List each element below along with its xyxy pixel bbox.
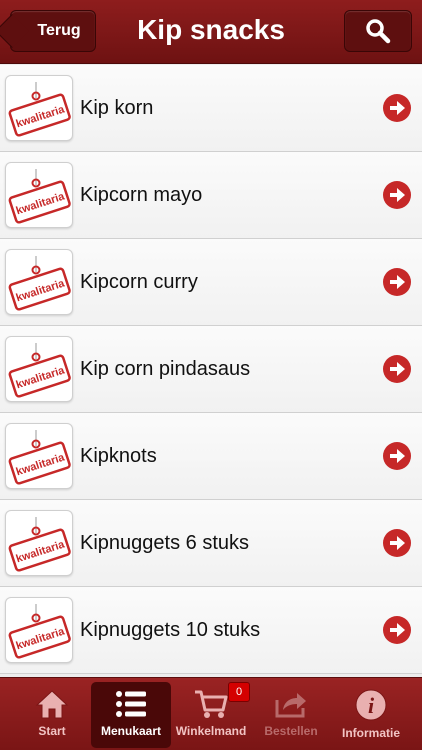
- list-item[interactable]: kwalitaria Kip korn: [0, 65, 422, 152]
- list-item-label: Kip korn: [80, 97, 154, 119]
- list-item-label: Kipcorn curry: [80, 271, 198, 293]
- home-icon: [35, 690, 69, 719]
- list-item-label: Kipknots: [80, 445, 157, 467]
- kwalitaria-logo: kwalitaria: [5, 336, 73, 402]
- list-item[interactable]: kwalitaria Kipcorn curry: [0, 239, 422, 326]
- arrow-right-circle-icon[interactable]: [382, 180, 412, 210]
- list-item-label: Kipcorn mayo: [80, 184, 203, 206]
- svg-text:i: i: [368, 693, 375, 718]
- arrow-right-circle-icon[interactable]: [382, 267, 412, 297]
- search-icon: [366, 19, 391, 44]
- kwalitaria-logo: kwalitaria: [5, 249, 73, 315]
- header-bar: Terug Kip snacks: [0, 0, 422, 64]
- arrow-right-circle-icon[interactable]: [382, 528, 412, 558]
- snack-list: kwalitaria Kip korn kwalitaria Kipcorn m…: [0, 65, 422, 677]
- arrow-right-circle-icon[interactable]: [382, 354, 412, 384]
- menu-list-icon: [116, 691, 146, 717]
- info-icon: i: [355, 689, 387, 721]
- list-item[interactable]: kwalitaria Kip corn pindasaus: [0, 326, 422, 413]
- list-item-label: Kip corn pindasaus: [80, 358, 251, 380]
- tab-menukaart[interactable]: Menukaart: [91, 682, 171, 748]
- list-item[interactable]: kwalitaria Kipknots: [0, 413, 422, 500]
- arrow-right-circle-icon[interactable]: [382, 441, 412, 471]
- kwalitaria-logo: kwalitaria: [5, 423, 73, 489]
- tab-bar: Start Menukaart Winkelmand 0 Bestellen i…: [0, 677, 422, 750]
- tab-start[interactable]: Start: [12, 682, 92, 748]
- search-button[interactable]: [344, 10, 412, 52]
- arrow-right-circle-icon[interactable]: [382, 93, 412, 123]
- list-item-label: Kipnuggets 6 stuks: [80, 532, 249, 554]
- cart-count-badge: 0: [228, 682, 250, 702]
- tab-label: Bestellen: [264, 724, 318, 738]
- kwalitaria-logo: kwalitaria: [5, 75, 73, 141]
- tab-label: Winkelmand: [175, 724, 247, 738]
- tab-label: Start: [38, 724, 66, 738]
- tab-informatie[interactable]: i Informatie: [331, 682, 411, 748]
- list-item-label: Kipnuggets 10 stuks: [80, 619, 261, 641]
- kwalitaria-logo: kwalitaria: [5, 162, 73, 228]
- share-icon: [275, 693, 306, 718]
- tab-label: Informatie: [341, 726, 400, 740]
- list-item[interactable]: kwalitaria Kipcorn mayo: [0, 152, 422, 239]
- list-item[interactable]: kwalitaria Kipnuggets 6 stuks: [0, 500, 422, 587]
- list-item[interactable]: kwalitaria Kipnuggets 10 stuks: [0, 587, 422, 674]
- tab-bestellen[interactable]: Bestellen: [251, 682, 331, 748]
- arrow-right-circle-icon[interactable]: [382, 615, 412, 645]
- tab-label: Menukaart: [100, 724, 162, 738]
- kwalitaria-logo: kwalitaria: [5, 597, 73, 663]
- kwalitaria-logo: kwalitaria: [5, 510, 73, 576]
- cart-icon: [195, 690, 228, 718]
